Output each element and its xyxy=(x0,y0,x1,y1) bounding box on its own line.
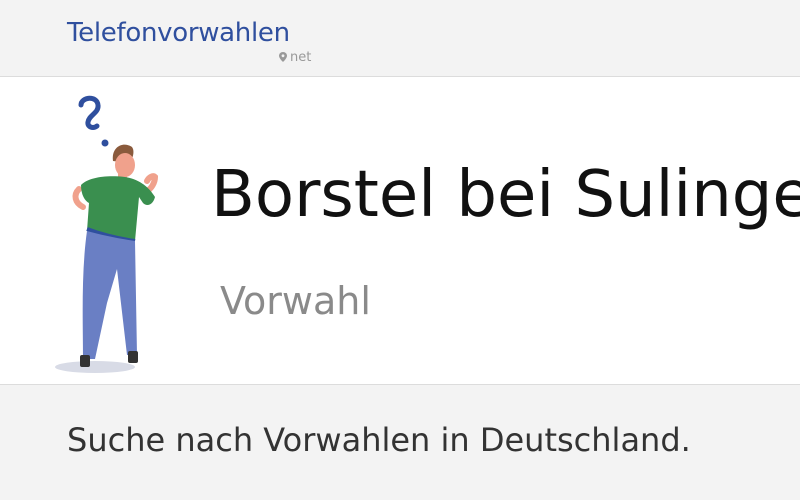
logo-subtext: net xyxy=(279,50,311,65)
logo-text: Telefonvorwahlen xyxy=(67,18,290,48)
search-heading: Suche nach Vorwahlen in Deutschland. xyxy=(67,421,691,459)
page-subtitle: Vorwahl xyxy=(220,279,371,323)
logo-subtext-label: net xyxy=(290,50,312,65)
map-pin-icon xyxy=(279,52,287,62)
hero-section: Borstel bei Sulingen Vorwahl xyxy=(0,77,800,385)
site-header: Telefonvorwahlen net xyxy=(0,0,800,77)
thinking-person-illustration xyxy=(55,95,159,373)
site-logo-link[interactable]: Telefonvorwahlen net xyxy=(67,18,311,65)
place-title: Borstel bei Sulingen xyxy=(211,158,800,232)
